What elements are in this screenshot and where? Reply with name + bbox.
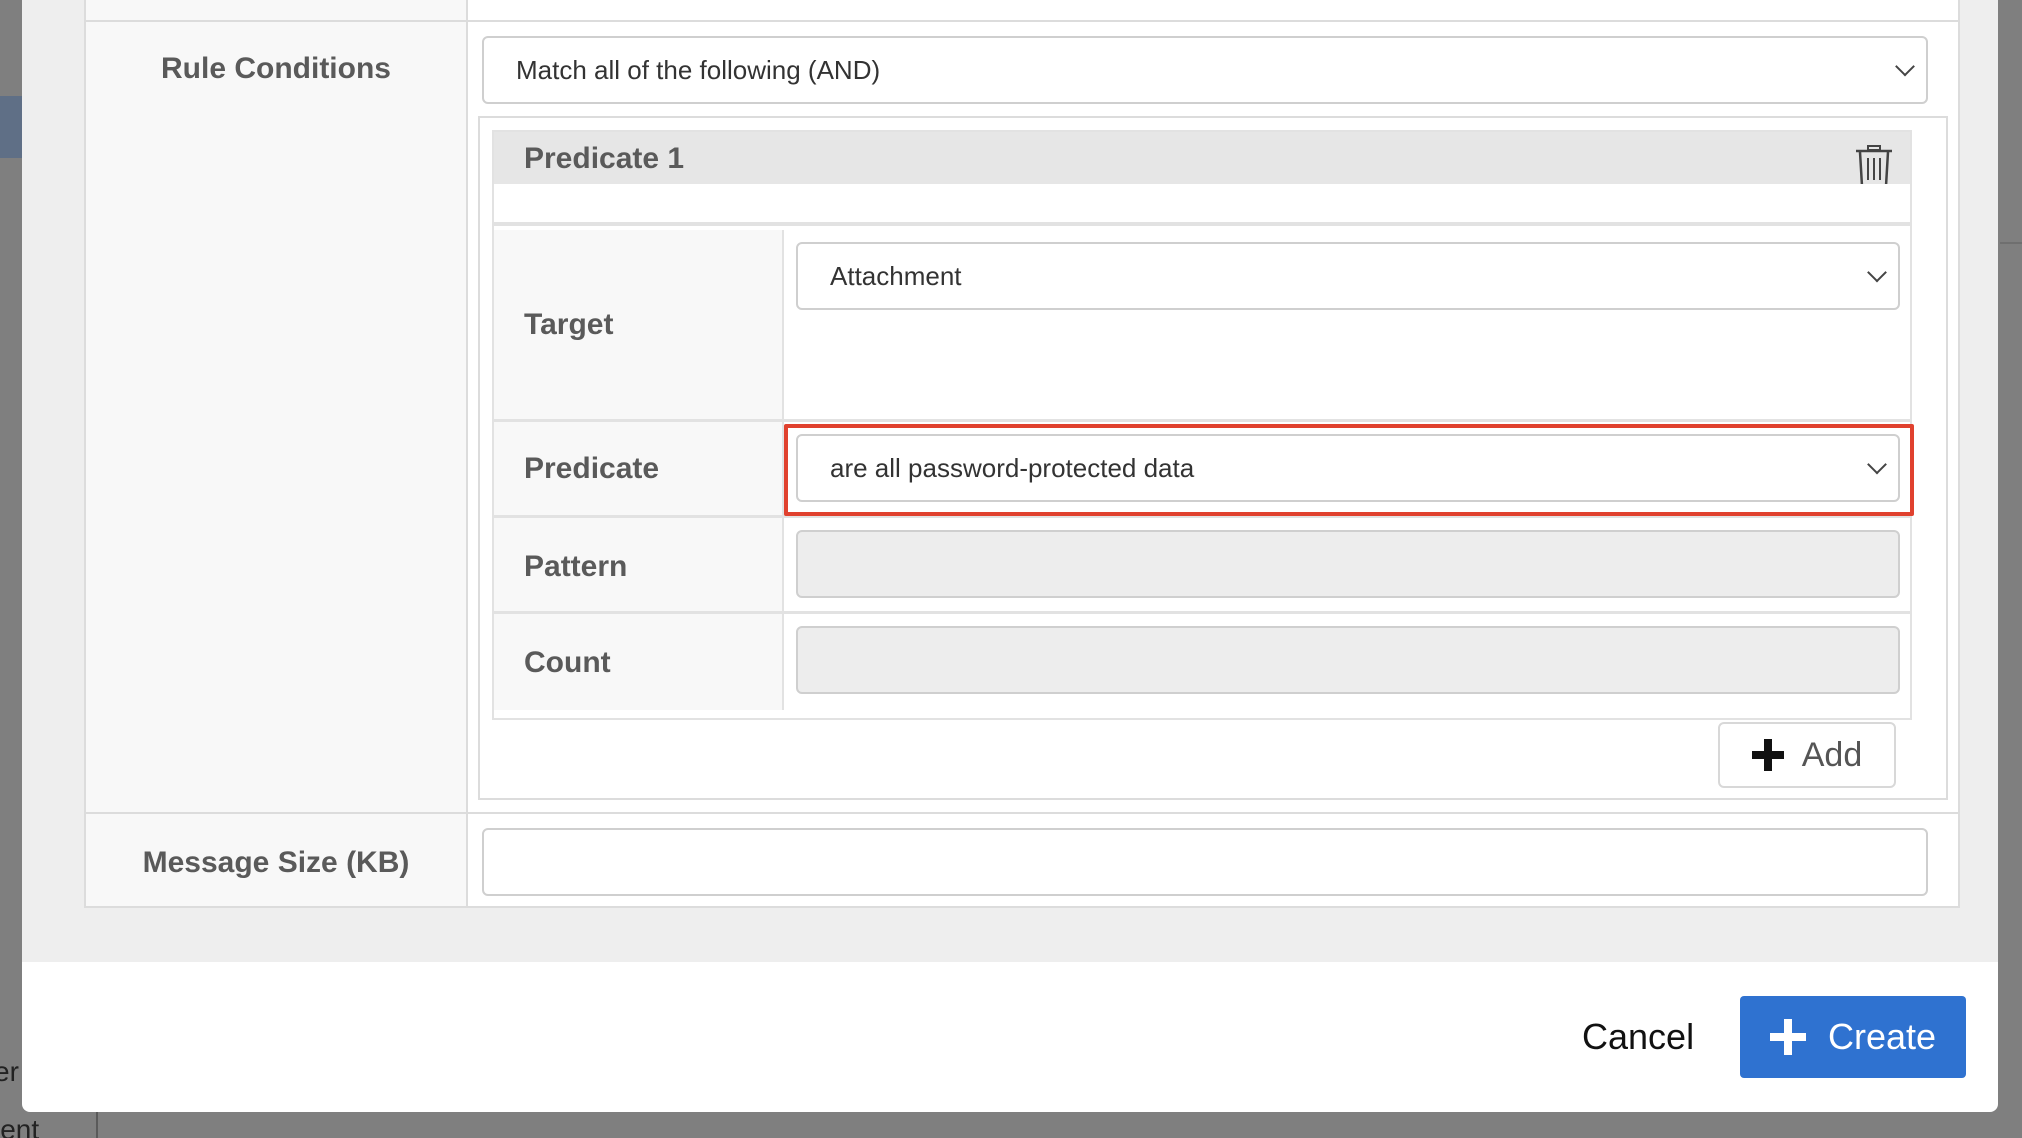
match-mode-value: Match all of the following (AND) <box>516 54 881 85</box>
target-value: Attachment <box>830 260 962 291</box>
background-divider <box>96 1112 98 1138</box>
predicate-card: Predicate 1 Target Attachment Predicate … <box>492 130 1914 720</box>
background-text: ient <box>0 1114 40 1138</box>
chevron-down-icon <box>1895 56 1915 77</box>
target-row: Target Attachment <box>494 230 1910 422</box>
predicate-container: Predicate 1 Target Attachment Predicate … <box>478 116 1948 800</box>
background-right-edge <box>2000 0 2022 1138</box>
highlight-box <box>784 424 1914 516</box>
pattern-label-cell: Pattern <box>494 518 784 611</box>
count-label-cell: Count <box>494 614 784 710</box>
form-row-separator <box>86 812 1958 814</box>
trash-icon[interactable] <box>1854 142 1894 190</box>
add-button-label: Add <box>1801 735 1863 774</box>
create-rule-modal: Rule Conditions Match all of the followi… <box>22 0 1998 1112</box>
cancel-button[interactable]: Cancel <box>1582 1016 1694 1058</box>
target-label: Target <box>524 308 614 341</box>
target-label-cell: Target <box>494 230 784 419</box>
create-button-label: Create <box>1827 1016 1937 1057</box>
rule-conditions-label: Rule Conditions <box>161 52 391 85</box>
predicate-header-gap <box>494 184 1910 226</box>
target-select[interactable]: Attachment <box>796 242 1900 310</box>
pattern-input[interactable] <box>796 530 1900 598</box>
count-row: Count <box>494 614 1910 710</box>
background-text: er <box>0 1056 19 1087</box>
form-row-previous <box>86 0 1958 22</box>
count-label: Count <box>524 646 611 679</box>
background-nav-highlight <box>0 96 22 158</box>
add-predicate-button[interactable]: Add <box>1718 722 1896 788</box>
predicate-row: Predicate are all password-protected dat… <box>494 422 1914 518</box>
message-size-input[interactable] <box>482 828 1928 896</box>
count-input[interactable] <box>796 626 1900 694</box>
form-column-divider <box>466 0 468 906</box>
create-button[interactable]: Create <box>1740 996 1966 1078</box>
pattern-row: Pattern <box>494 518 1910 614</box>
predicate-label-cell: Predicate <box>494 422 784 515</box>
message-size-label: Message Size (KB) <box>142 846 410 879</box>
chevron-down-icon <box>1867 262 1887 283</box>
predicate-title: Predicate 1 <box>524 142 685 175</box>
modal-body: Rule Conditions Match all of the followi… <box>22 0 1998 962</box>
match-mode-select[interactable]: Match all of the following (AND) <box>482 36 1928 104</box>
predicate-label: Predicate <box>524 452 660 485</box>
predicate-header: Predicate 1 <box>494 132 1910 188</box>
background-divider <box>2000 242 2022 244</box>
plus-icon <box>1769 1019 1806 1055</box>
plus-icon <box>1751 739 1784 771</box>
pattern-label: Pattern <box>524 550 628 583</box>
